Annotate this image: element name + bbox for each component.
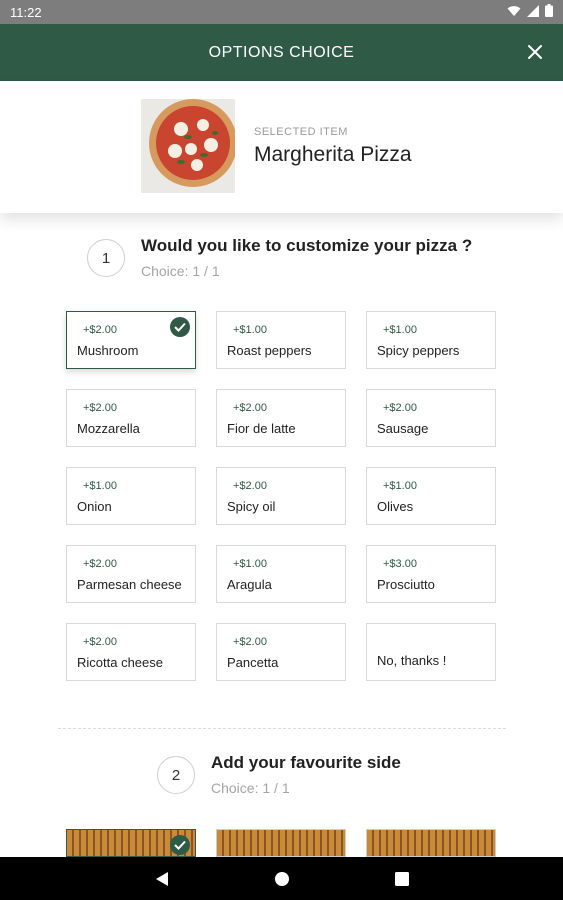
section-choice-2: Choice: 1 / 1 <box>211 780 290 796</box>
selected-item-label: SELECTED ITEM <box>254 126 348 138</box>
option-name: Aragula <box>227 577 272 592</box>
option-name: Onion <box>77 499 112 514</box>
option-price: +$1.00 <box>233 324 267 336</box>
option-olives[interactable]: +$1.00 Olives <box>366 467 496 525</box>
step-number-1: 1 <box>87 239 125 277</box>
option-name: Sausage <box>377 421 429 436</box>
selected-item-card: SELECTED ITEM Margherita Pizza <box>0 81 563 213</box>
option-no-thanks[interactable]: No, thanks ! <box>366 623 496 681</box>
side-option-2[interactable] <box>216 829 346 857</box>
option-price: +$2.00 <box>383 402 417 414</box>
status-icons <box>507 4 553 20</box>
close-icon[interactable] <box>521 38 549 66</box>
home-icon[interactable] <box>271 868 293 890</box>
system-nav-bar <box>0 857 563 900</box>
option-name: Roast peppers <box>227 343 312 358</box>
option-price: +$2.00 <box>83 558 117 570</box>
option-price: +$2.00 <box>83 324 117 336</box>
option-sausage[interactable]: +$2.00 Sausage <box>366 389 496 447</box>
option-spicy-oil[interactable]: +$2.00 Spicy oil <box>216 467 346 525</box>
option-name: Prosciutto <box>377 577 435 592</box>
option-price: +$2.00 <box>233 636 267 648</box>
status-time: 11:22 <box>10 4 42 20</box>
option-name: Parmesan cheese <box>77 577 182 592</box>
option-mozzarella[interactable]: +$2.00 Mozzarella <box>66 389 196 447</box>
option-ricotta-cheese[interactable]: +$2.00 Ricotta cheese <box>66 623 196 681</box>
option-price: +$2.00 <box>83 402 117 414</box>
section-title-1: Would you like to customize your pizza ? <box>141 236 473 255</box>
option-pancetta[interactable]: +$2.00 Pancetta <box>216 623 346 681</box>
option-name: Mushroom <box>77 343 139 358</box>
option-onion[interactable]: +$1.00 Onion <box>66 467 196 525</box>
option-price: +$2.00 <box>233 402 267 414</box>
option-price: +$1.00 <box>233 558 267 570</box>
status-bar: 11:22 <box>0 0 563 24</box>
option-name: Spicy oil <box>227 499 276 514</box>
recents-icon[interactable] <box>391 868 413 890</box>
option-aragula[interactable]: +$1.00 Aragula <box>216 545 346 603</box>
option-roast-peppers[interactable]: +$1.00 Roast peppers <box>216 311 346 369</box>
option-price: +$1.00 <box>383 480 417 492</box>
back-icon[interactable] <box>151 868 173 890</box>
section-title-2: Add your favourite side <box>211 753 401 772</box>
option-name: Fior de latte <box>227 421 296 436</box>
option-name: Spicy peppers <box>377 343 460 358</box>
page-title: OPTIONS CHOICE <box>208 43 355 61</box>
option-price: +$1.00 <box>83 480 117 492</box>
option-fior-de-latte[interactable]: +$2.00 Fior de latte <box>216 389 346 447</box>
section-divider <box>58 728 506 729</box>
option-name: Ricotta cheese <box>77 655 163 670</box>
side-option-3[interactable] <box>366 829 496 857</box>
option-name: No, thanks ! <box>377 653 447 668</box>
option-price: +$3.00 <box>383 558 417 570</box>
signal-icon <box>527 4 539 20</box>
option-prosciutto[interactable]: +$3.00 Prosciutto <box>366 545 496 603</box>
option-mushroom[interactable]: +$2.00 Mushroom <box>66 311 196 369</box>
option-price: +$1.00 <box>383 324 417 336</box>
option-name: Mozzarella <box>77 421 140 436</box>
check-icon <box>170 317 190 337</box>
option-price: +$2.00 <box>83 636 117 648</box>
option-spicy-peppers[interactable]: +$1.00 Spicy peppers <box>366 311 496 369</box>
option-name: Pancetta <box>227 655 279 670</box>
app-bar: OPTIONS CHOICE <box>0 24 563 81</box>
option-name: Olives <box>377 499 414 514</box>
step-number-2: 2 <box>157 756 195 794</box>
pizza-image <box>141 99 235 193</box>
selected-item-name: Margherita Pizza <box>254 143 412 166</box>
wifi-icon <box>507 5 521 20</box>
side-option-1[interactable] <box>66 829 196 857</box>
check-icon <box>170 835 190 855</box>
option-parmesan-cheese[interactable]: +$2.00 Parmesan cheese <box>66 545 196 603</box>
battery-icon <box>545 4 553 20</box>
option-price: +$2.00 <box>233 480 267 492</box>
section-choice-1: Choice: 1 / 1 <box>141 263 220 279</box>
